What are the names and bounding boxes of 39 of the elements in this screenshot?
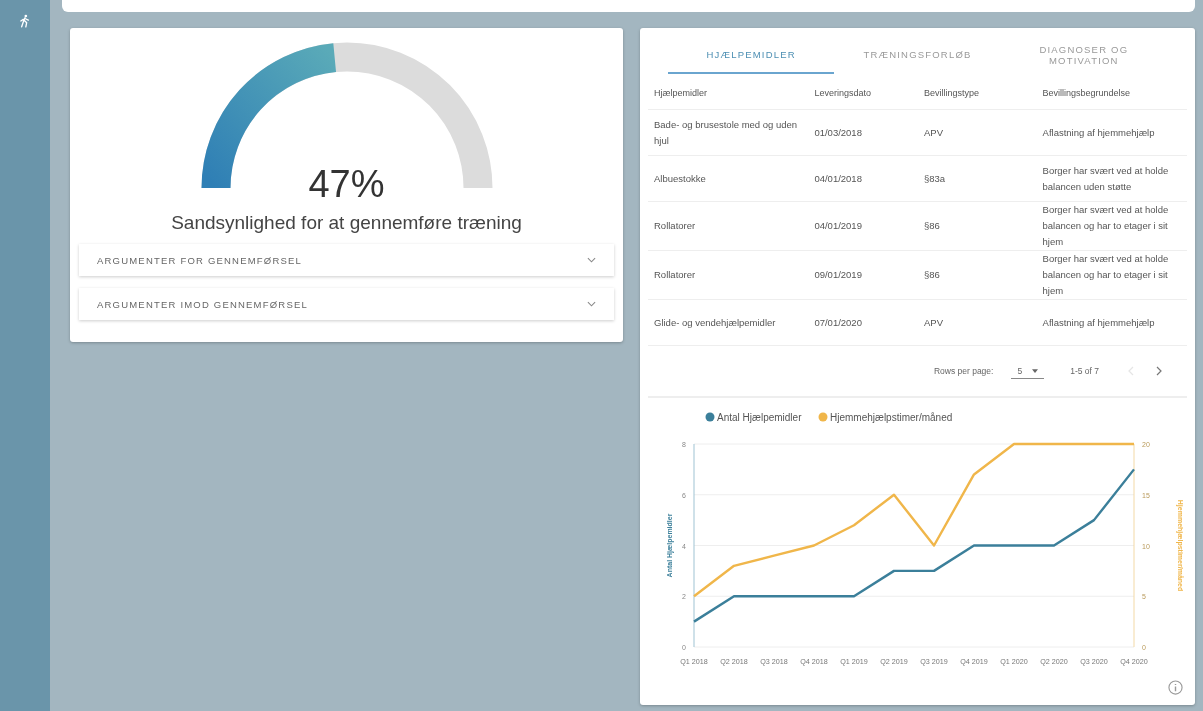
info-icon[interactable] [1168, 680, 1183, 695]
table-cell-text: §83a [924, 171, 947, 186]
accordion-header[interactable]: ARGUMENTER IMOD GENNEMFØRSEL [79, 288, 614, 320]
table-cell-text: 01/03/2018 [814, 125, 863, 140]
table-cell-text: Aflastning af hjemmehjælp [1042, 315, 1156, 330]
gauge-caption: Sandsynlighed for at gennemføre træning [170, 212, 523, 234]
table-cell-text: 04/01/2019 [814, 219, 863, 233]
chevron-icon [587, 257, 596, 263]
dropdown-caret-icon [1032, 368, 1039, 373]
table-cell-text: Aflastning af hjemmehjælp [1042, 125, 1156, 140]
column-header: Hjælpemidler [654, 87, 708, 100]
table-cell-text: Albuestokke [654, 171, 707, 186]
column-header: Bevillingstype [924, 87, 980, 100]
table-cell-text: 04/01/2018 [814, 171, 863, 186]
tab[interactable]: HJÆLPEMIDLER [668, 38, 835, 74]
table-cell-text: Borger har svært ved at holde balancen og har to etager i sit hjem [1042, 203, 1170, 249]
table-cell-text: Borger har svært ved at holde balancen uden støtte [1042, 163, 1170, 194]
rows-per-page-label: Rows per page: [933, 366, 994, 376]
page-range: 1-5 of 7 [1070, 366, 1099, 376]
table-cell-text: 09/01/2019 [814, 268, 863, 282]
table-cell-text: §86 [924, 268, 941, 282]
table-cell-text: Rollatorer [654, 219, 697, 233]
legend-item[interactable]: Hjemmehjælpstimer/måned [818, 411, 953, 423]
gauge-value: 47% [307, 163, 386, 206]
column-header: Bevillingsbegrundelse [1042, 87, 1132, 100]
table-cell-text: §86 [924, 219, 941, 233]
table-cell-text: Bade- og brusestole med og uden hjul [654, 117, 799, 148]
table-cell-text: APV [924, 125, 944, 140]
table-cell-text: Rollatorer [654, 268, 697, 282]
table-cell-text: Borger har svært ved at holde balancen og har to etager i sit hjem [1042, 252, 1170, 298]
rows-per-page-select[interactable]: 5 [1011, 363, 1045, 379]
chevron-icon [587, 301, 596, 307]
table-cell-text: Glide- og vendehjælpemidler [654, 315, 777, 330]
table-cell-text: APV [924, 315, 944, 330]
accordion-header[interactable]: ARGUMENTER FOR GENNEMFØRSEL [79, 244, 614, 276]
legend-item[interactable]: Antal Hjælpemidler [705, 411, 802, 423]
table-cell-text: 07/01/2020 [814, 315, 863, 330]
column-header: Leveringsdato [814, 87, 872, 100]
runner-icon[interactable] [20, 14, 30, 28]
